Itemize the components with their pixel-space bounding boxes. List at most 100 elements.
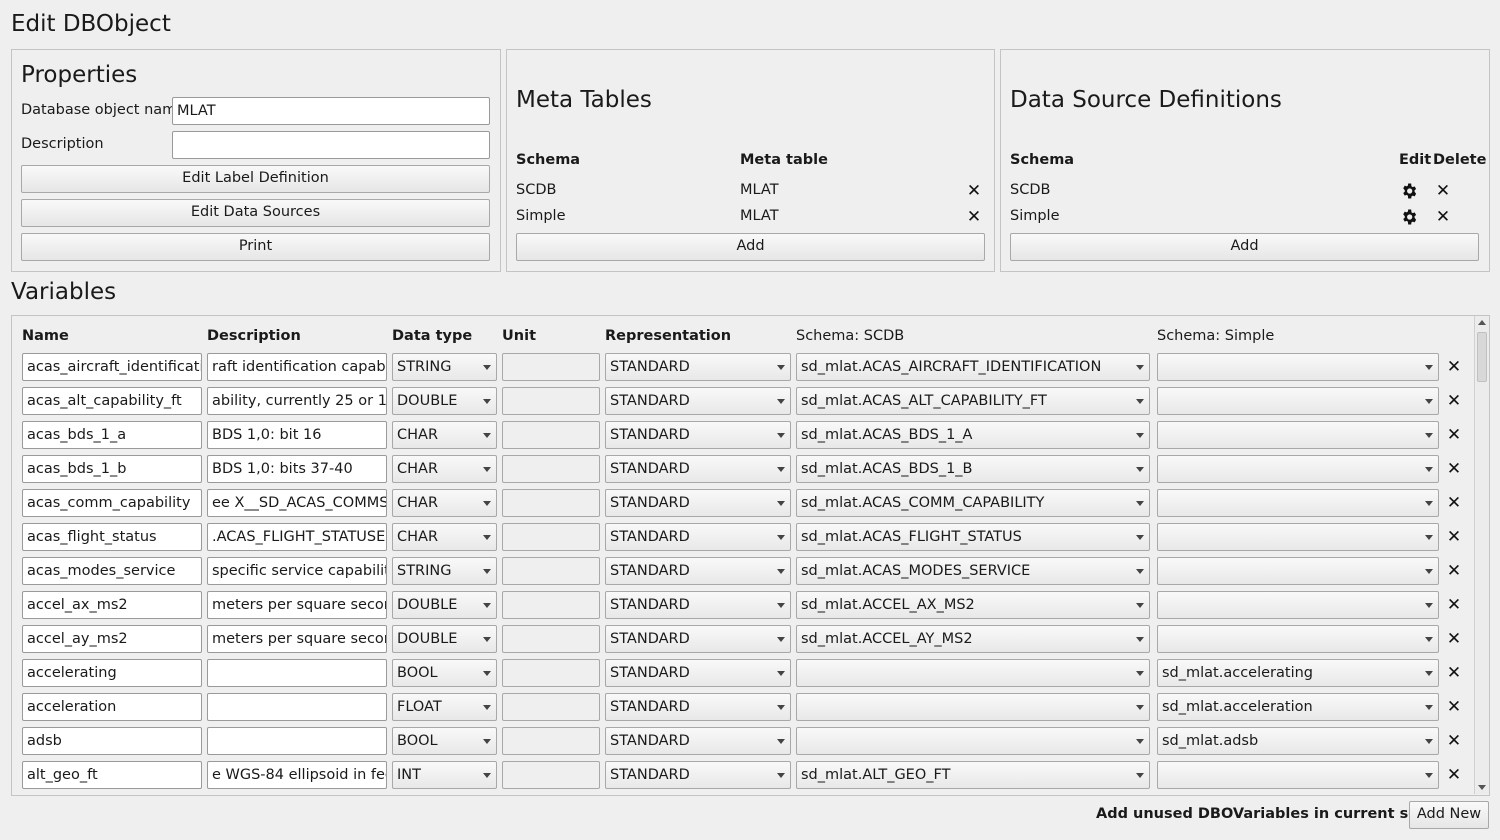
data-type-select[interactable]: CHAR (392, 523, 497, 551)
close-icon[interactable]: ✕ (965, 208, 983, 226)
schema-scdb-select[interactable]: sd_mlat.ACAS_COMM_CAPABILITY (796, 489, 1150, 517)
schema-scdb-select[interactable] (796, 659, 1150, 687)
data-type-select[interactable]: STRING (392, 353, 497, 381)
schema-scdb-select[interactable]: sd_mlat.ACAS_ALT_CAPABILITY_FT (796, 387, 1150, 415)
schema-scdb-select[interactable]: sd_mlat.ACAS_MODES_SERVICE (796, 557, 1150, 585)
variable-name-field[interactable]: acas_alt_capability_ft (22, 387, 202, 415)
representation-select[interactable]: STANDARD (605, 387, 791, 415)
unit-field[interactable] (502, 727, 600, 755)
data-type-select[interactable]: DOUBLE (392, 591, 497, 619)
variable-description-field[interactable]: BDS 1,0: bit 16 (207, 421, 387, 449)
description-field[interactable] (172, 131, 490, 159)
schema-scdb-select[interactable] (796, 727, 1150, 755)
unit-field[interactable] (502, 591, 600, 619)
data-type-select[interactable]: DOUBLE (392, 387, 497, 415)
close-icon[interactable]: ✕ (1445, 392, 1463, 410)
scroll-up-arrow-icon[interactable] (1478, 320, 1486, 325)
variable-name-field[interactable]: acas_comm_capability (22, 489, 202, 517)
variable-description-field[interactable] (207, 727, 387, 755)
gear-icon[interactable] (1400, 208, 1418, 226)
close-icon[interactable]: ✕ (965, 182, 983, 200)
representation-select[interactable]: STANDARD (605, 693, 791, 721)
variable-name-field[interactable]: acas_bds_1_a (22, 421, 202, 449)
unit-field[interactable] (502, 625, 600, 653)
schema-simple-select[interactable] (1157, 489, 1439, 517)
close-icon[interactable]: ✕ (1445, 562, 1463, 580)
unit-field[interactable] (502, 761, 600, 789)
representation-select[interactable]: STANDARD (605, 557, 791, 585)
variable-name-field[interactable]: accelerating (22, 659, 202, 687)
data-type-select[interactable]: CHAR (392, 421, 497, 449)
close-icon[interactable]: ✕ (1434, 182, 1452, 200)
data-type-select[interactable]: STRING (392, 557, 497, 585)
unit-field[interactable] (502, 489, 600, 517)
representation-select[interactable]: STANDARD (605, 625, 791, 653)
scrollbar-thumb[interactable] (1477, 332, 1487, 382)
representation-select[interactable]: STANDARD (605, 659, 791, 687)
variable-description-field[interactable]: specific service capability? (207, 557, 387, 585)
variable-description-field[interactable]: meters per square second (207, 625, 387, 653)
variable-name-field[interactable]: accel_ax_ms2 (22, 591, 202, 619)
variables-scrollbar[interactable] (1474, 316, 1489, 794)
schema-simple-select[interactable] (1157, 761, 1439, 789)
close-icon[interactable]: ✕ (1445, 698, 1463, 716)
variable-description-field[interactable]: meters per square second (207, 591, 387, 619)
schema-simple-select[interactable]: sd_mlat.accelerating (1157, 659, 1439, 687)
close-icon[interactable]: ✕ (1445, 528, 1463, 546)
ds-add-button[interactable]: Add (1010, 233, 1479, 261)
close-icon[interactable]: ✕ (1445, 596, 1463, 614)
close-icon[interactable]: ✕ (1434, 208, 1452, 226)
close-icon[interactable]: ✕ (1445, 664, 1463, 682)
representation-select[interactable]: STANDARD (605, 591, 791, 619)
schema-scdb-select[interactable]: sd_mlat.ACAS_BDS_1_A (796, 421, 1150, 449)
variable-description-field[interactable]: e WGS-84 ellipsoid in feet (207, 761, 387, 789)
close-icon[interactable]: ✕ (1445, 732, 1463, 750)
schema-simple-select[interactable] (1157, 421, 1439, 449)
data-type-select[interactable]: CHAR (392, 455, 497, 483)
variable-name-field[interactable]: acas_modes_service (22, 557, 202, 585)
variable-name-field[interactable]: acceleration (22, 693, 202, 721)
data-type-select[interactable]: CHAR (392, 489, 497, 517)
edit-label-definition-button[interactable]: Edit Label Definition (21, 165, 490, 193)
unit-field[interactable] (502, 455, 600, 483)
schema-scdb-select[interactable]: sd_mlat.ACCEL_AX_MS2 (796, 591, 1150, 619)
scroll-down-arrow-icon[interactable] (1478, 785, 1486, 790)
unit-field[interactable] (502, 659, 600, 687)
variable-name-field[interactable]: acas_aircraft_identification (22, 353, 202, 381)
close-icon[interactable]: ✕ (1445, 630, 1463, 648)
schema-simple-select[interactable]: sd_mlat.acceleration (1157, 693, 1439, 721)
representation-select[interactable]: STANDARD (605, 353, 791, 381)
variable-name-field[interactable]: acas_flight_status (22, 523, 202, 551)
edit-data-sources-button[interactable]: Edit Data Sources (21, 199, 490, 227)
variable-description-field[interactable] (207, 693, 387, 721)
schema-scdb-select[interactable] (796, 693, 1150, 721)
close-icon[interactable]: ✕ (1445, 358, 1463, 376)
data-type-select[interactable]: FLOAT (392, 693, 497, 721)
variable-name-field[interactable]: acas_bds_1_b (22, 455, 202, 483)
representation-select[interactable]: STANDARD (605, 523, 791, 551)
add-new-button[interactable]: Add New (1409, 801, 1489, 829)
data-type-select[interactable]: DOUBLE (392, 625, 497, 653)
gear-icon[interactable] (1400, 182, 1418, 200)
close-icon[interactable]: ✕ (1445, 460, 1463, 478)
variable-description-field[interactable]: ee X__SD_ACAS_COMMS (207, 489, 387, 517)
variable-description-field[interactable]: BDS 1,0: bits 37-40 (207, 455, 387, 483)
schema-simple-select[interactable] (1157, 387, 1439, 415)
representation-select[interactable]: STANDARD (605, 727, 791, 755)
representation-select[interactable]: STANDARD (605, 761, 791, 789)
schema-scdb-select[interactable]: sd_mlat.ACCEL_AY_MS2 (796, 625, 1150, 653)
schema-simple-select[interactable] (1157, 523, 1439, 551)
representation-select[interactable]: STANDARD (605, 489, 791, 517)
unit-field[interactable] (502, 523, 600, 551)
schema-scdb-select[interactable]: sd_mlat.ALT_GEO_FT (796, 761, 1150, 789)
data-type-select[interactable]: BOOL (392, 727, 497, 755)
unit-field[interactable] (502, 421, 600, 449)
schema-scdb-select[interactable]: sd_mlat.ACAS_FLIGHT_STATUS (796, 523, 1150, 551)
schema-simple-select[interactable] (1157, 557, 1439, 585)
print-button[interactable]: Print (21, 233, 490, 261)
schema-simple-select[interactable] (1157, 591, 1439, 619)
close-icon[interactable]: ✕ (1445, 494, 1463, 512)
unit-field[interactable] (502, 387, 600, 415)
meta-add-button[interactable]: Add (516, 233, 985, 261)
schema-simple-select[interactable] (1157, 625, 1439, 653)
